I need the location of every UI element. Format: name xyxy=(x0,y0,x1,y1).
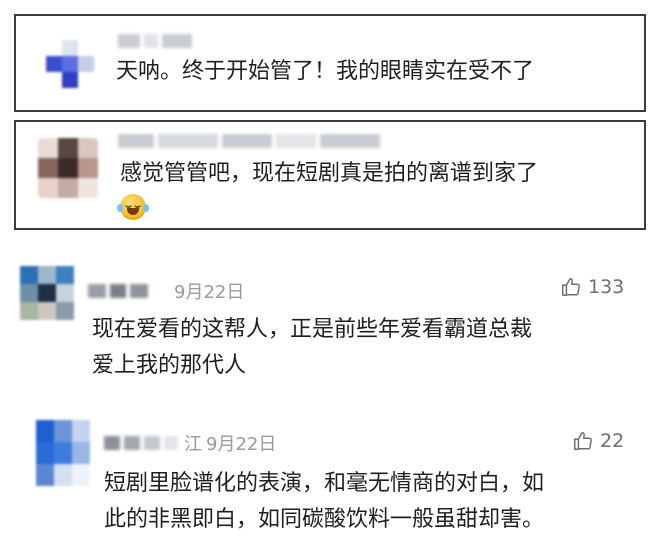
like-count: 22 xyxy=(600,430,625,452)
comment-text: 此的非黑即白，如同碳酸饮料一般虽甜却害。 xyxy=(104,507,545,532)
comment-card-1: 天呐。终于开始管了！我的眼睛实在受不了 xyxy=(14,14,646,112)
avatar[interactable] xyxy=(46,40,94,88)
comment-text: 现在爱看的这帮人，正是前些年爱看霸道总裁 xyxy=(92,317,533,342)
like-button[interactable]: 22 xyxy=(572,430,624,452)
comment-text: 感觉管管吧，现在短剧真是拍的离谱到家了 xyxy=(120,161,539,186)
avatar[interactable] xyxy=(36,420,90,486)
comment-text: 短剧里脸谱化的表演，和毫无情商的对白，如 xyxy=(104,471,545,496)
thumbs-up-icon xyxy=(574,432,592,450)
comment-date: 9月22日 xyxy=(206,434,277,455)
username-blurred[interactable] xyxy=(118,134,380,148)
comment-text: 天呐。终于开始管了！我的眼睛实在受不了 xyxy=(116,59,535,84)
username-blurred[interactable] xyxy=(104,436,178,450)
comment-text: 爱上我的那代人 xyxy=(92,353,247,378)
avatar[interactable] xyxy=(20,266,74,320)
like-button[interactable]: 133 xyxy=(560,276,624,298)
thumbs-up-icon xyxy=(562,278,580,296)
comment-location: 江 xyxy=(184,434,202,455)
username-blurred[interactable] xyxy=(118,34,192,48)
avatar[interactable] xyxy=(38,138,98,198)
like-count: 133 xyxy=(588,276,625,298)
username-blurred[interactable] xyxy=(88,284,148,298)
comment-card-2: 感觉管管吧，现在短剧真是拍的离谱到家了 xyxy=(14,120,646,230)
comment-date: 9月22日 xyxy=(174,282,245,303)
laughing-tears-emoji xyxy=(117,194,149,220)
